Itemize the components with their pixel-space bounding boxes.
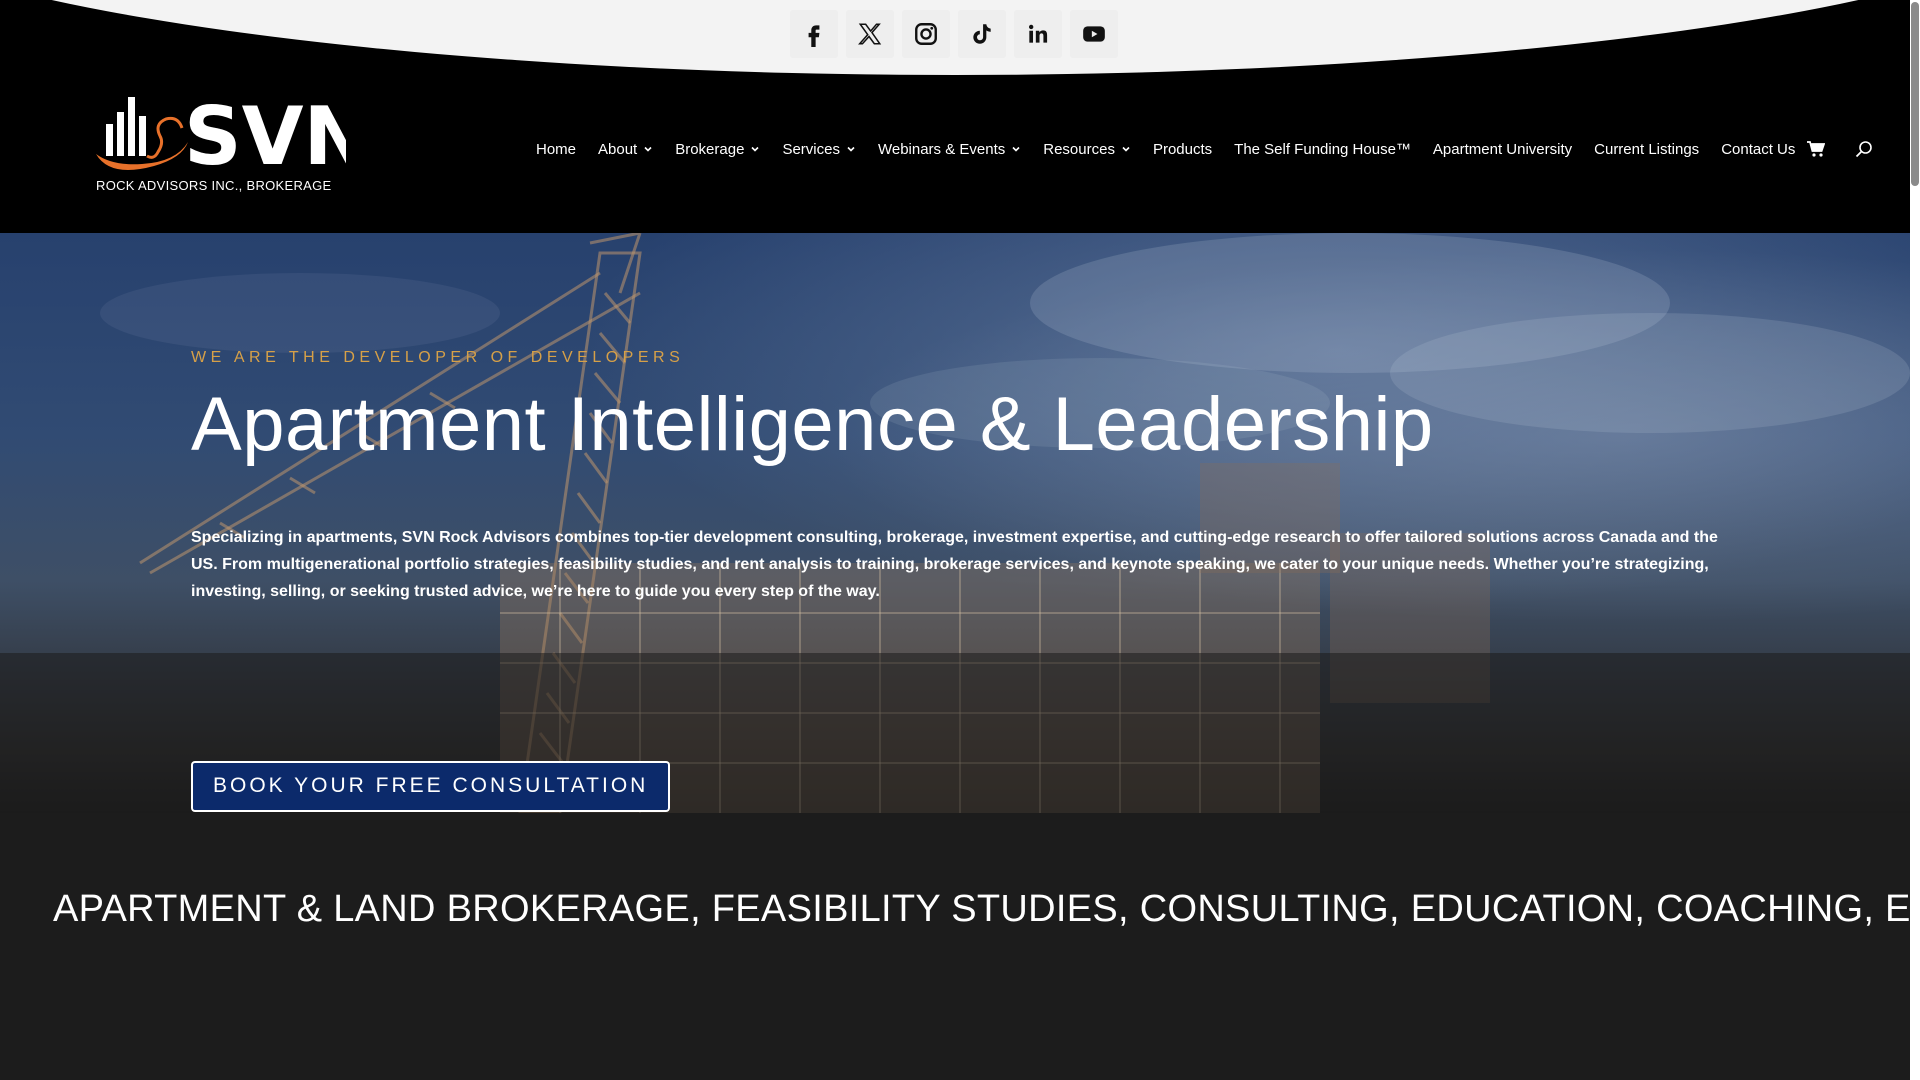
linkedin-icon bbox=[1029, 24, 1048, 43]
nav-services[interactable]: Services bbox=[782, 141, 856, 158]
hero-title: Apartment Intelligence & Leadership bbox=[191, 382, 1434, 467]
search-icon bbox=[1856, 141, 1873, 158]
facebook-link[interactable] bbox=[790, 10, 838, 58]
chevron-down-icon bbox=[847, 146, 855, 152]
search-button[interactable] bbox=[1855, 140, 1873, 158]
services-ticker: APARTMENT & LAND BROKERAGE, FEASIBILITY … bbox=[53, 888, 1910, 930]
nav-contact-us[interactable]: Contact Us bbox=[1721, 141, 1795, 158]
nav-home[interactable]: Home bbox=[536, 141, 576, 158]
instagram-link[interactable] bbox=[902, 10, 950, 58]
facebook-icon bbox=[808, 25, 820, 47]
nav-current-listings[interactable]: Current Listings bbox=[1594, 141, 1699, 158]
nav-self-funding-house[interactable]: The Self Funding House™ bbox=[1234, 141, 1411, 158]
x-twitter-icon bbox=[858, 23, 882, 45]
cart-button[interactable] bbox=[1807, 141, 1826, 157]
logo-wordmark: SVN bbox=[184, 94, 346, 178]
nav-about[interactable]: About bbox=[598, 141, 653, 158]
chevron-down-icon bbox=[1012, 146, 1020, 152]
chevron-down-icon bbox=[1122, 146, 1130, 152]
hero-section: WE ARE THE DEVELOPER OF DEVELOPERS Apart… bbox=[0, 233, 1910, 813]
x-twitter-link[interactable] bbox=[846, 10, 894, 58]
book-consultation-button[interactable]: BOOK YOUR FREE CONSULTATION bbox=[191, 761, 671, 812]
cart-icon bbox=[1807, 141, 1826, 157]
logo-tagline: ROCK ADVISORS INC., BROKERAGE bbox=[96, 178, 332, 193]
scrollbar-thumb[interactable] bbox=[1911, 2, 1919, 186]
social-bar bbox=[790, 10, 1118, 58]
svn-logo-mark: SVN bbox=[96, 90, 370, 183]
nav-brokerage[interactable]: Brokerage bbox=[675, 141, 760, 158]
instagram-icon bbox=[915, 23, 937, 45]
site-header: SVN ROCK ADVISORS INC., BROKERAGE Home A… bbox=[0, 0, 1910, 233]
tiktok-link[interactable] bbox=[958, 10, 1006, 58]
nav-resources[interactable]: Resources bbox=[1043, 141, 1131, 158]
youtube-link[interactable] bbox=[1070, 10, 1118, 58]
nav-products[interactable]: Products bbox=[1153, 141, 1212, 158]
main-nav: Home About Brokerage Services Webinars &… bbox=[536, 140, 1895, 158]
hero-eyebrow: WE ARE THE DEVELOPER OF DEVELOPERS bbox=[191, 349, 685, 366]
hero-description: Specializing in apartments, SVN Rock Adv… bbox=[191, 529, 1718, 601]
page: SVN ROCK ADVISORS INC., BROKERAGE Home A… bbox=[0, 0, 1910, 1080]
nav-webinars-events[interactable]: Webinars & Events bbox=[878, 141, 1021, 158]
hero-content: WE ARE THE DEVELOPER OF DEVELOPERS Apart… bbox=[191, 349, 1721, 812]
svn-logo[interactable]: SVN ROCK ADVISORS INC., BROKERAGE bbox=[92, 90, 370, 198]
chevron-down-icon bbox=[751, 146, 760, 152]
linkedin-link[interactable] bbox=[1014, 10, 1062, 58]
chevron-down-icon bbox=[644, 146, 652, 152]
page-scrollbar[interactable] bbox=[1910, 0, 1920, 1080]
youtube-icon bbox=[1083, 26, 1105, 42]
nav-apartment-university[interactable]: Apartment University bbox=[1433, 141, 1572, 158]
tiktok-icon bbox=[973, 24, 991, 44]
